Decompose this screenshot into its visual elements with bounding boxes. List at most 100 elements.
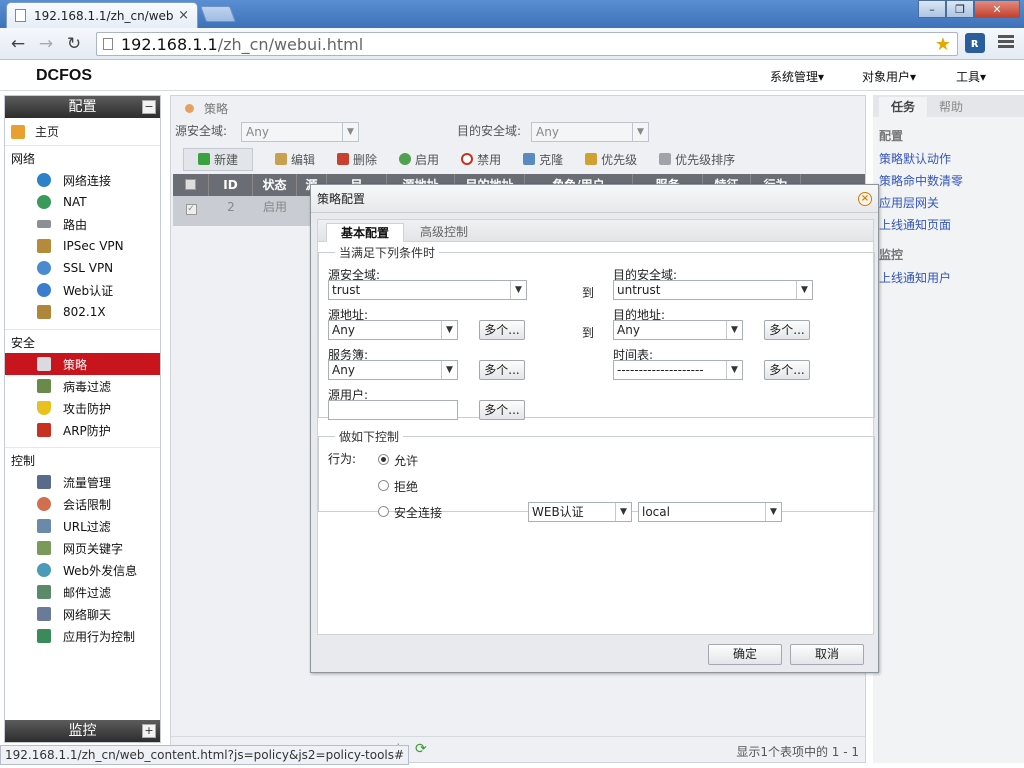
sidebar-item-ipsec-vpn[interactable]: IPSec VPN — [5, 235, 160, 257]
button-label: 禁用 — [477, 152, 502, 167]
sidebar-item-im-chat[interactable]: 网络聊天 — [5, 603, 160, 625]
dst-zone-filter-select[interactable]: Any ▼ — [531, 122, 649, 142]
sidebar-item-virus-filter[interactable]: 病毒过滤 — [5, 375, 160, 397]
sidebar-item-routing[interactable]: 路由 — [5, 213, 160, 235]
sidebar-item-arp-defense[interactable]: ARP防护 — [5, 419, 160, 441]
select-value: Any — [536, 125, 559, 139]
src-user-more-button[interactable]: 多个... — [479, 400, 525, 420]
edit-button[interactable]: 编辑 — [275, 151, 315, 168]
column-header[interactable]: ID — [209, 174, 253, 196]
close-window-button[interactable]: ✕ — [974, 0, 1020, 18]
refresh-icon[interactable]: ⟳ — [415, 741, 427, 757]
action-toolbar: 新建 编辑 删除 启用 禁用 克隆 优先级 优先级排序 — [183, 147, 863, 171]
sidebar-item-attack-defense[interactable]: 攻击防护 — [5, 397, 160, 419]
forward-arrow-icon[interactable]: → — [36, 34, 56, 54]
browser-tab[interactable]: 192.168.1.1/zh_cn/webu × — [6, 2, 198, 28]
close-tab-icon[interactable]: × — [178, 8, 189, 23]
column-header[interactable]: 状态 — [253, 174, 297, 196]
row-checkbox[interactable]: ✓ — [173, 196, 209, 226]
extension-icon[interactable]: ʀ — [965, 33, 985, 53]
schedule-select[interactable]: -------------------- ▼ — [613, 360, 743, 380]
src-addr-more-button[interactable]: 多个... — [479, 320, 525, 340]
service-more-button[interactable]: 多个... — [479, 360, 525, 380]
sidebar-item-url-filter[interactable]: URL过滤 — [5, 515, 160, 537]
tab-advanced-control[interactable]: 高级控制 — [406, 223, 482, 242]
back-arrow-icon[interactable]: ← — [8, 34, 28, 54]
menu-tools[interactable]: 工具▾ — [956, 68, 986, 85]
button-label: 克隆 — [539, 152, 564, 167]
chevron-down-icon: ▼ — [726, 321, 742, 339]
new-tab-button[interactable] — [200, 6, 236, 22]
dst-zone-select[interactable]: untrust ▼ — [613, 280, 813, 300]
deny-radio-label[interactable]: 拒绝 — [394, 478, 418, 495]
link-online-notice-users[interactable]: 上线通知用户 — [873, 267, 1024, 289]
sidebar-item-home[interactable]: 主页 — [5, 118, 160, 146]
link-online-notice-page[interactable]: 上线通知页面 — [873, 214, 1024, 236]
tab-help[interactable]: 帮助 — [927, 97, 975, 117]
allow-radio[interactable] — [378, 454, 389, 465]
sidebar-item-session-limit[interactable]: 会话限制 — [5, 493, 160, 515]
priority-button[interactable]: 优先级 — [585, 151, 637, 168]
address-bar[interactable]: 192.168.1.1/zh_cn/webui.html ★ — [96, 32, 958, 56]
action-label: 行为: — [328, 452, 357, 466]
cancel-button[interactable]: 取消 — [790, 644, 864, 665]
maximize-button[interactable]: ❐ — [946, 0, 974, 18]
auth-server-select[interactable]: local ▼ — [638, 502, 782, 522]
sidebar-title: 配置 — [68, 99, 97, 115]
enable-button[interactable]: 启用 — [399, 151, 439, 168]
service-select[interactable]: Any ▼ — [328, 360, 458, 380]
src-addr-select[interactable]: Any ▼ — [328, 320, 458, 340]
priority-sort-button[interactable]: 优先级排序 — [659, 151, 735, 168]
sidebar-item-nat[interactable]: NAT — [5, 191, 160, 213]
new-button[interactable]: 新建 — [183, 147, 254, 171]
sidebar-item-traffic-mgmt[interactable]: 流量管理 — [5, 471, 160, 493]
sidebar-item-web-auth[interactable]: Web认证 — [5, 279, 160, 301]
browser-menu-icon[interactable] — [998, 35, 1014, 51]
reload-icon[interactable]: ↻ — [64, 34, 84, 54]
secure-connect-radio[interactable] — [378, 506, 389, 517]
tab-basic-config[interactable]: 基本配置 — [326, 223, 405, 242]
sidebar-item-mail-filter[interactable]: 邮件过滤 — [5, 581, 160, 603]
allow-radio-label[interactable]: 允许 — [394, 452, 418, 469]
chevron-down-icon: ▼ — [726, 361, 742, 379]
dialog-title: 策略配置 — [317, 192, 366, 206]
collapse-icon[interactable]: − — [142, 100, 156, 114]
disable-button[interactable]: 禁用 — [461, 151, 501, 168]
dst-addr-more-button[interactable]: 多个... — [764, 320, 810, 340]
sidebar-item-policy[interactable]: 策略 — [5, 353, 160, 375]
delete-button[interactable]: 删除 — [337, 151, 377, 168]
close-icon[interactable]: × — [858, 192, 872, 206]
sidebar-item-network-connection[interactable]: 网络连接 — [5, 169, 160, 191]
secure-connect-radio-label[interactable]: 安全连接 — [394, 504, 442, 521]
link-policy-default-action[interactable]: 策略默认动作 — [873, 148, 1024, 170]
select-all-checkbox[interactable] — [173, 174, 209, 196]
sidebar-item-web-keyword[interactable]: 网页关键字 — [5, 537, 160, 559]
clone-button[interactable]: 克隆 — [523, 151, 563, 168]
tab-tasks[interactable]: 任务 — [879, 97, 928, 117]
sidebar-item-8021x[interactable]: 802.1X — [5, 301, 160, 323]
menu-system-management[interactable]: 系统管理▾ — [770, 68, 824, 85]
menu-object-user[interactable]: 对象用户▾ — [862, 68, 916, 85]
priority-icon — [585, 153, 598, 165]
deny-radio[interactable] — [378, 480, 389, 491]
sidebar-item-label: NAT — [63, 195, 87, 209]
src-zone-filter-select[interactable]: Any ▼ — [241, 122, 359, 142]
sidebar-item-app-behavior[interactable]: 应用行为控制 — [5, 625, 160, 647]
src-user-input[interactable] — [328, 400, 458, 420]
sidebar-item-web-outbound[interactable]: Web外发信息 — [5, 559, 160, 581]
bookmark-star-icon[interactable]: ★ — [935, 34, 951, 55]
dst-addr-select[interactable]: Any ▼ — [613, 320, 743, 340]
minimize-button[interactable]: – — [918, 0, 946, 18]
link-policy-hit-reset[interactable]: 策略命中数清零 — [873, 170, 1024, 192]
schedule-more-button[interactable]: 多个... — [764, 360, 810, 380]
button-label: 编辑 — [291, 152, 316, 167]
sidebar-footer-monitor[interactable]: 监控 + — [5, 720, 160, 742]
enable-icon — [399, 153, 412, 165]
src-zone-select[interactable]: trust ▼ — [328, 280, 527, 300]
right-group-config: 配置 — [879, 129, 904, 143]
sidebar-item-ssl-vpn[interactable]: SSL VPN — [5, 257, 160, 279]
expand-icon[interactable]: + — [142, 724, 156, 738]
ok-button[interactable]: 确定 — [708, 644, 782, 665]
auth-type-select[interactable]: WEB认证 ▼ — [528, 502, 632, 522]
link-alg[interactable]: 应用层网关 — [873, 192, 1024, 214]
